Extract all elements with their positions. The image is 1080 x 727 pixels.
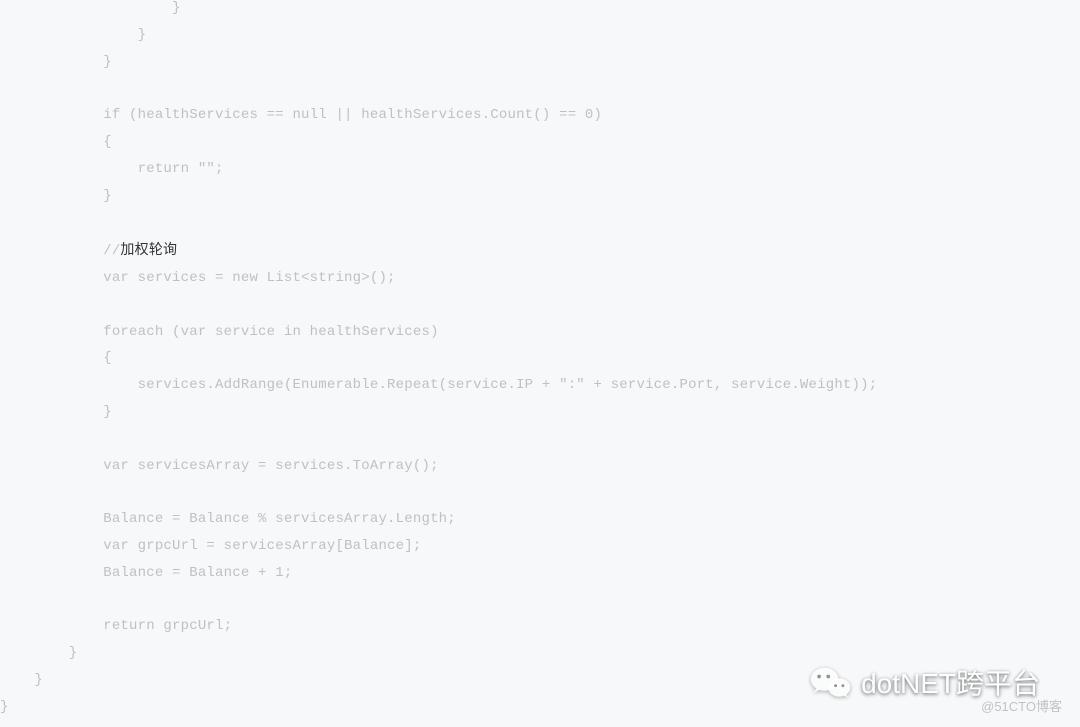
code-line: } <box>0 404 112 420</box>
code-line: services.AddRange(Enumerable.Repeat(serv… <box>0 377 877 393</box>
code-line: } <box>0 188 112 204</box>
code-line: { <box>0 134 112 150</box>
wechat-icon <box>809 662 853 707</box>
code-line: Balance = Balance + 1; <box>0 565 292 581</box>
code-line: { <box>0 350 112 366</box>
credit-watermark: @51CTO博客 <box>981 694 1062 721</box>
code-line: var services = new List<string>(); <box>0 270 396 286</box>
code-line: } <box>0 672 43 688</box>
code-line: Balance = Balance % servicesArray.Length… <box>0 511 456 527</box>
code-line: var grpcUrl = servicesArray[Balance]; <box>0 538 421 554</box>
comment-text: 加权轮询 <box>120 241 177 257</box>
code-line: } <box>0 699 9 715</box>
code-line: } <box>0 27 146 43</box>
code-line: foreach (var service in healthServices) <box>0 324 439 340</box>
code-comment-line: //加权轮询 <box>0 243 177 259</box>
code-line: } <box>0 54 112 70</box>
code-line: return grpcUrl; <box>0 618 232 634</box>
code-block: } } } if (healthServices == null || heal… <box>0 0 877 721</box>
code-line: } <box>0 645 77 661</box>
code-line: } <box>0 0 181 16</box>
code-line: return ""; <box>0 161 224 177</box>
code-line: var servicesArray = services.ToArray(); <box>0 458 439 474</box>
code-line: if (healthServices == null || healthServ… <box>0 107 602 123</box>
